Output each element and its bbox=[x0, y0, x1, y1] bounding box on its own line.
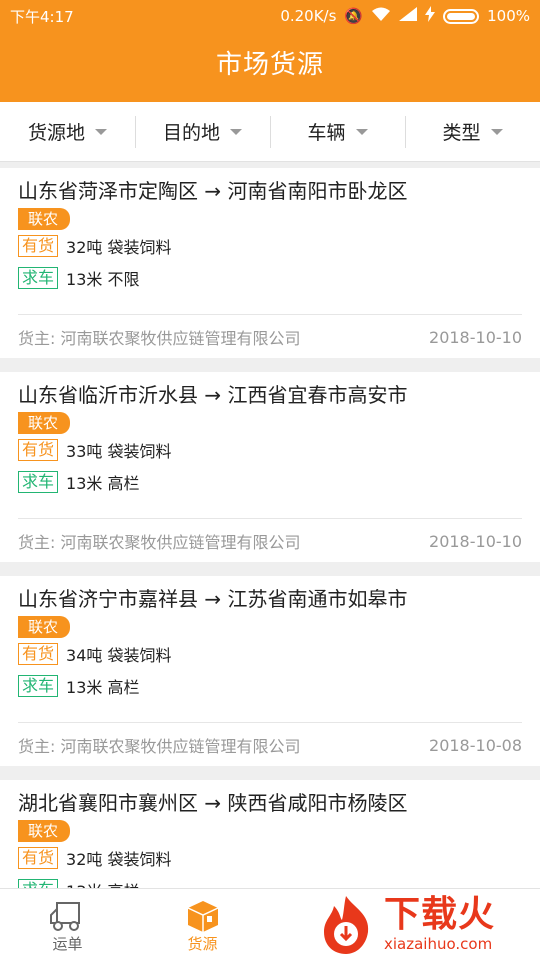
truck-detail: 13米 高栏 bbox=[66, 678, 140, 697]
filter-type[interactable]: 类型 bbox=[405, 114, 540, 150]
page-title: 市场货源 bbox=[215, 50, 324, 80]
listing-card[interactable]: 山东省菏泽市定陶区 → 河南省南阳市卧龙区 联农 有货 32吨 袋装饲料 求车 … bbox=[0, 168, 540, 358]
shipper-name: 货主: 河南联农聚牧供应链管理有限公司 bbox=[18, 533, 301, 552]
filter-vehicle-label: 车辆 bbox=[307, 122, 346, 144]
mute-icon: 🔕 bbox=[344, 7, 364, 25]
divider bbox=[18, 518, 522, 519]
caret-down-icon bbox=[355, 128, 368, 135]
listing-route: 山东省临沂市沂水县 → 江西省宜春市高安市 bbox=[18, 383, 408, 407]
truck-label: 求车 bbox=[18, 267, 59, 289]
shipper-tag: 联农 bbox=[18, 412, 71, 434]
cargo-list: 山东省菏泽市定陶区 → 河南省南阳市卧龙区 联农 有货 32吨 袋装饲料 求车 … bbox=[0, 168, 540, 960]
box-icon bbox=[187, 901, 218, 932]
divider bbox=[18, 314, 522, 315]
listing-card[interactable]: 山东省临沂市沂水县 → 江西省宜春市高安市 联农 有货 33吨 袋装饲料 求车 … bbox=[0, 372, 540, 562]
shipper-tag: 联农 bbox=[18, 616, 71, 638]
filter-type-label: 类型 bbox=[442, 122, 481, 144]
truck-detail: 13米 不限 bbox=[66, 270, 140, 289]
nav-waybill-label: 运单 bbox=[52, 935, 83, 953]
caret-down-icon bbox=[95, 128, 107, 135]
nav-waybill[interactable]: 运单 bbox=[0, 889, 135, 960]
listing-route: 湖北省襄阳市襄州区 → 陕西省咸阳市杨陵区 bbox=[18, 791, 408, 815]
listing-card[interactable]: 山东省济宁市嘉祥县 → 江苏省南通市如皋市 联农 有货 34吨 袋装饲料 求车 … bbox=[0, 576, 540, 766]
listing-date: 2018-10-10 bbox=[429, 327, 522, 347]
shipper-tag: 联农 bbox=[18, 820, 71, 842]
cargo-detail: 32吨 袋装饲料 bbox=[66, 850, 172, 869]
listing-date: 2018-10-10 bbox=[429, 531, 522, 551]
cargo-label: 有货 bbox=[18, 439, 59, 461]
cargo-detail: 32吨 袋装饲料 bbox=[66, 238, 172, 257]
watermark-logo: 下载火 xiazaihuo.com bbox=[314, 890, 534, 958]
divider bbox=[18, 722, 522, 723]
status-time: 下午4:17 bbox=[10, 7, 74, 26]
filter-vehicle[interactable]: 车辆 bbox=[270, 114, 405, 150]
truck-icon bbox=[49, 902, 80, 931]
cargo-label: 有货 bbox=[18, 235, 59, 257]
watermark-sub: xiazaihuo.com bbox=[384, 935, 493, 953]
flame-icon bbox=[324, 896, 369, 954]
signal-icon bbox=[399, 7, 418, 25]
listing-date: 2018-10-08 bbox=[429, 735, 522, 755]
network-speed: 0.20K/s bbox=[280, 7, 337, 25]
listing-route: 山东省济宁市嘉祥县 → 江苏省南通市如皋市 bbox=[18, 587, 408, 611]
caret-down-icon bbox=[490, 128, 503, 135]
charging-icon bbox=[425, 6, 436, 26]
nav-cargo-source[interactable]: 货源 bbox=[135, 889, 270, 960]
cargo-detail: 33吨 袋装饲料 bbox=[66, 442, 172, 461]
truck-label: 求车 bbox=[18, 675, 59, 697]
status-bar: 下午4:17 0.20K/s 🔕 100% bbox=[0, 0, 540, 32]
battery-icon bbox=[443, 8, 480, 24]
app-header: 下午4:17 0.20K/s 🔕 100% 市场货源 bbox=[0, 0, 540, 102]
shipper-tag: 联农 bbox=[18, 208, 71, 230]
filter-destination-label: 目的地 bbox=[162, 122, 220, 144]
filter-origin[interactable]: 货源地 bbox=[0, 114, 135, 150]
shipper-name: 货主: 河南联农聚牧供应链管理有限公司 bbox=[18, 329, 301, 348]
filter-origin-label: 货源地 bbox=[27, 122, 85, 144]
nav-cargo-source-label: 货源 bbox=[187, 935, 218, 953]
truck-detail: 13米 高栏 bbox=[66, 474, 140, 493]
listing-route: 山东省菏泽市定陶区 → 河南省南阳市卧龙区 bbox=[18, 179, 408, 203]
cargo-label: 有货 bbox=[18, 847, 59, 869]
cargo-detail: 34吨 袋装饲料 bbox=[66, 646, 172, 665]
caret-down-icon bbox=[230, 128, 242, 135]
cargo-label: 有货 bbox=[18, 643, 59, 665]
filter-bar: 货源地 目的地 车辆 类型 bbox=[0, 102, 540, 162]
filter-destination[interactable]: 目的地 bbox=[135, 114, 270, 150]
truck-label: 求车 bbox=[18, 471, 59, 493]
battery-level: 100% bbox=[487, 7, 530, 25]
wifi-icon bbox=[371, 6, 391, 26]
watermark-main: 下载火 bbox=[384, 894, 496, 935]
shipper-name: 货主: 河南联农聚牧供应链管理有限公司 bbox=[18, 737, 301, 756]
